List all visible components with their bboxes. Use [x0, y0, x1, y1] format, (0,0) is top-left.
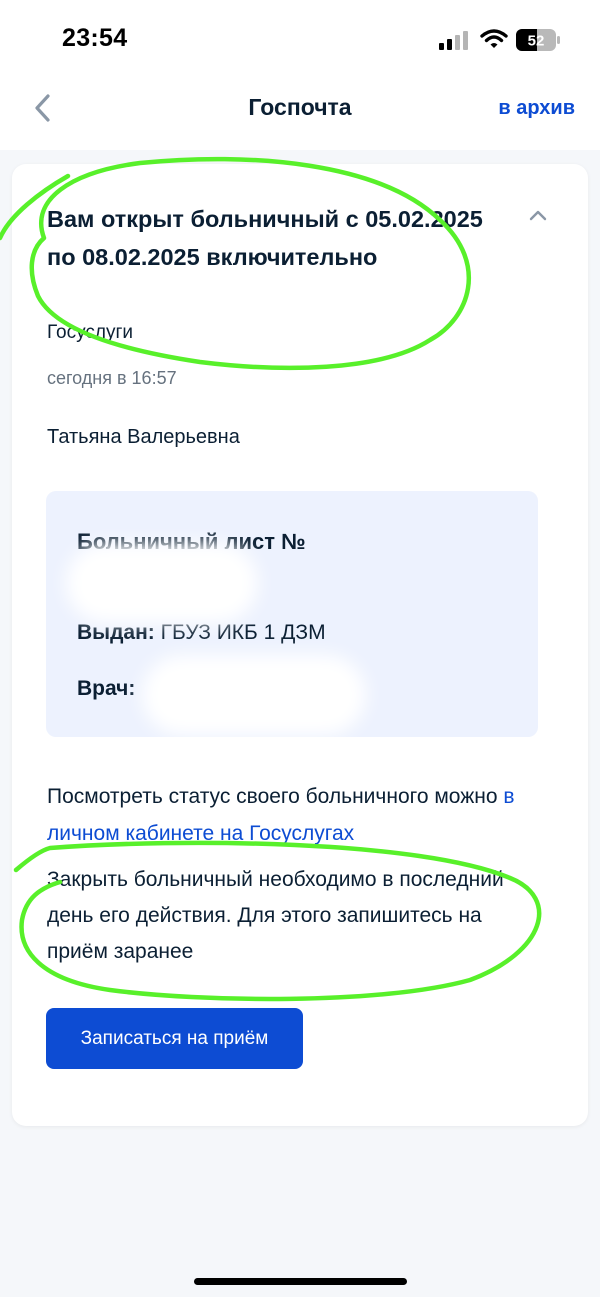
battery-level: 52: [528, 33, 545, 50]
message-sender: Госуслуги: [47, 322, 134, 343]
message-title: Вам открыт больничный с 05.02.2025 по 08…: [47, 206, 483, 270]
chevron-up-icon[interactable]: [526, 206, 550, 224]
sick-leave-details: Больничный лист № Выдан: ГБУЗ ИКБ 1 ДЗМ …: [46, 491, 538, 737]
message-timestamp: сегодня в 16:57: [47, 368, 177, 388]
battery-icon: 52: [516, 29, 560, 51]
status-time: 23:54: [62, 24, 128, 52]
status-info-text: Посмотреть статус своего больничного мож…: [47, 785, 504, 808]
cellular-signal-icon: [439, 31, 468, 50]
book-appointment-button[interactable]: Записаться на приём: [46, 1008, 303, 1069]
message-recipient: Татьяна Валерьевна: [47, 426, 240, 448]
home-indicator: [194, 1278, 407, 1285]
status-info: Посмотреть статус своего больничного мож…: [47, 778, 547, 852]
nav-bar: Госпочта в архив: [0, 80, 600, 150]
message-card: Вам открыт больничный с 05.02.2025 по 08…: [12, 164, 588, 1126]
issued-label: Выдан:: [77, 621, 155, 644]
redacted-doctor-name: [142, 655, 366, 735]
doctor-label: Врач:: [77, 677, 136, 700]
issued-by: Выдан: ГБУЗ ИКБ 1 ДЗМ: [77, 621, 326, 645]
redacted-document-number: [66, 543, 258, 623]
close-info: Закрыть больничный необходимо в последни…: [47, 868, 504, 963]
archive-link[interactable]: в архив: [498, 97, 575, 120]
issued-value: ГБУЗ ИКБ 1 ДЗМ: [160, 621, 326, 644]
wifi-icon: [480, 29, 508, 48]
status-bar: 23:54 52: [0, 0, 600, 80]
